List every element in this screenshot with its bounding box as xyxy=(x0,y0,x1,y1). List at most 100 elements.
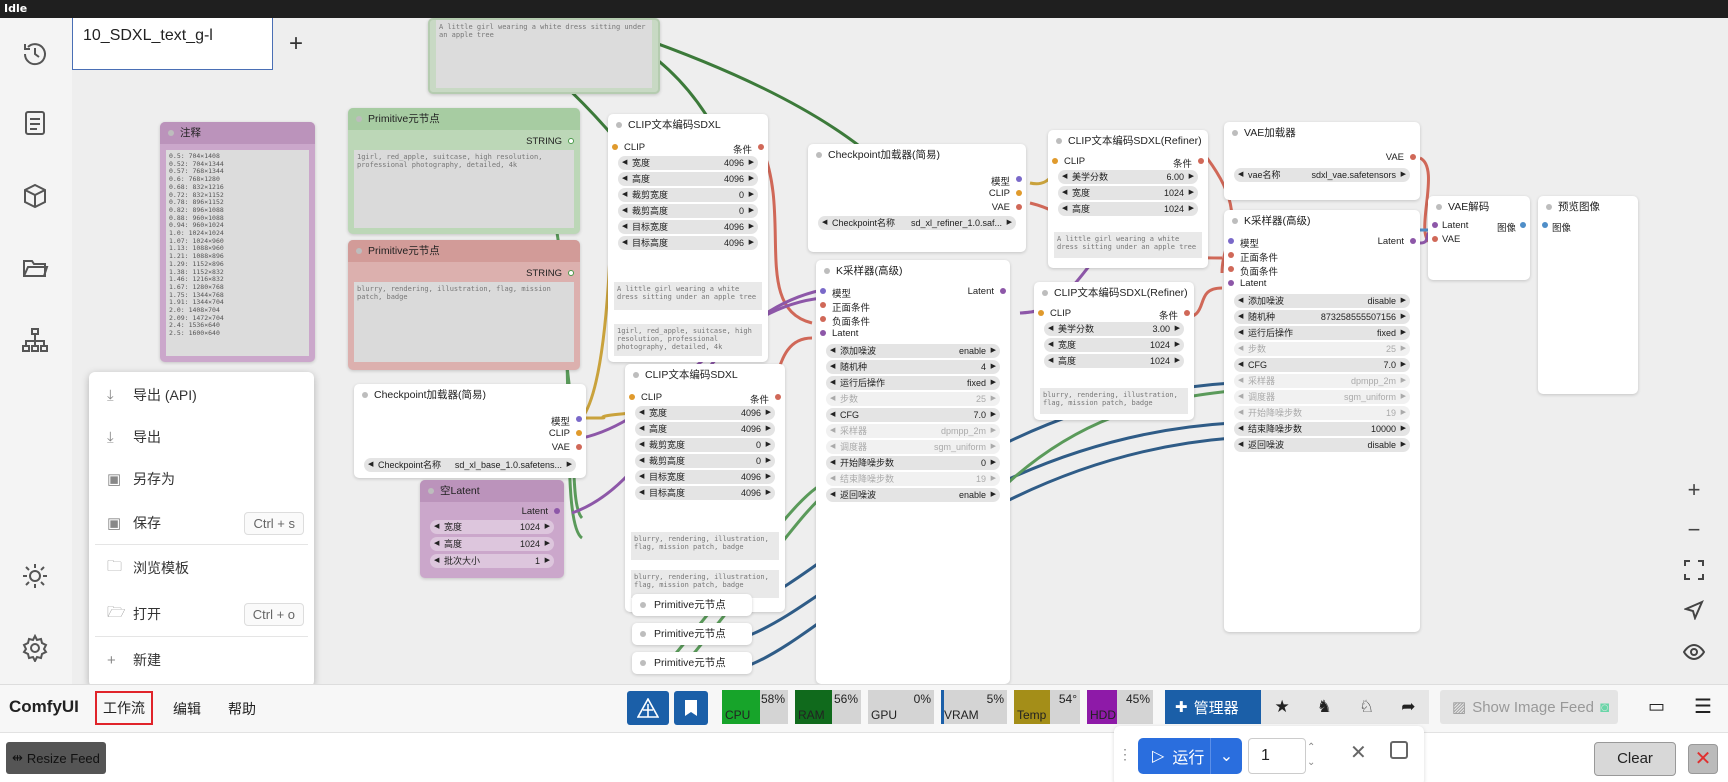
cancel-x-icon[interactable]: ✕ xyxy=(1350,740,1367,765)
primitive-node-small[interactable]: Primitive元节点 xyxy=(632,594,752,616)
menu-workflow[interactable]: 工作流 xyxy=(95,691,153,725)
workflow-tab[interactable]: 10_SDXL_text_g-l xyxy=(72,18,273,70)
node-widget[interactable]: 目标宽度 4096 xyxy=(635,470,775,484)
node-textarea[interactable]: blurry, rendering, illustration, flag, m… xyxy=(631,532,779,560)
node-widget[interactable]: 高度 1024 xyxy=(1044,354,1184,368)
node-widget[interactable]: 返回噪波 disable xyxy=(1234,438,1410,452)
input-slot[interactable] xyxy=(1038,310,1044,316)
node-widget[interactable]: 宽度 4096 xyxy=(618,156,758,170)
checkpoint-loader-base-node[interactable]: Checkpoint加载器(简易) 模型 CLIP VAE Checkpoint… xyxy=(354,384,586,478)
node-widget[interactable]: 随机种 873258555507156 xyxy=(1234,310,1410,324)
input-slot[interactable] xyxy=(1228,280,1234,286)
ksampler-advanced-refiner-node[interactable]: K采样器(高级) 模型 正面条件 负面条件 Latent Latent 添加噪波… xyxy=(1224,210,1420,632)
menu-item-open[interactable]: 🗁 打开 Ctrl + o xyxy=(107,600,304,628)
horse-icon[interactable]: ♞ xyxy=(1317,697,1332,717)
node-widget[interactable]: 添加噪波 enable xyxy=(826,344,1000,358)
node-widget[interactable]: 返回噪波 enable xyxy=(826,488,1000,502)
input-slot[interactable] xyxy=(820,316,826,322)
node-widget[interactable]: 运行后操作 fixed xyxy=(1234,326,1410,340)
vae-decode-node[interactable]: VAE解码 Latent VAE 图像 xyxy=(1428,196,1530,280)
menu-item-export[interactable]: ⤓ 导出 xyxy=(107,423,304,451)
output-slot[interactable] xyxy=(1016,190,1022,196)
primitive-node-small[interactable]: Primitive元节点 xyxy=(632,652,752,674)
output-slot[interactable] xyxy=(576,430,582,436)
menu-help[interactable]: 帮助 xyxy=(228,699,256,719)
input-slot[interactable] xyxy=(820,330,826,336)
ksampler-advanced-node[interactable]: K采样器(高级) 模型 正面条件 负面条件 Latent Latent 添加噪波… xyxy=(816,260,1010,684)
output-slot[interactable] xyxy=(1410,154,1416,160)
node-widget[interactable]: 目标高度 4096 xyxy=(618,236,758,250)
clip-text-encode-refiner-node[interactable]: CLIP文本编码SDXL(Refiner) CLIP 条件 blurry, re… xyxy=(1034,282,1194,420)
node-textarea[interactable]: blurry, rendering, illustration, flag, m… xyxy=(1040,388,1188,414)
node-widget[interactable]: CFG 7.0 xyxy=(1234,358,1410,372)
node-textarea[interactable]: 1girl, red_apple, suitcase, high resolut… xyxy=(354,150,574,228)
star-icon[interactable]: ★ xyxy=(1275,697,1290,717)
batch-widget[interactable]: 批次大小 1 xyxy=(430,554,554,568)
vae-select[interactable]: vae名称 sdxl_vae.safetensors xyxy=(1234,168,1410,182)
close-x-icon[interactable]: ✕ xyxy=(1688,744,1718,774)
menu-item-browse-templates[interactable]: 🗀 浏览模板 xyxy=(107,554,304,582)
height-widget[interactable]: 高度 1024 xyxy=(430,537,554,551)
input-slot[interactable] xyxy=(1052,158,1058,164)
checkpoint-loader-refiner-node[interactable]: Checkpoint加载器(简易) 模型 CLIP VAE Checkpoint… xyxy=(808,144,1026,252)
bookmark-icon[interactable] xyxy=(674,691,708,725)
primitive-node-negative[interactable]: Primitive元节点 STRING blurry, rendering, i… xyxy=(348,240,580,370)
node-widget[interactable]: 裁剪高度 0 xyxy=(635,454,775,468)
node-widget[interactable]: CFG 7.0 xyxy=(826,408,1000,422)
crystools-logo-icon[interactable] xyxy=(627,691,669,725)
primitive-node-small[interactable]: Primitive元节点 xyxy=(632,623,752,645)
output-slot[interactable] xyxy=(554,508,560,514)
stop-square-icon[interactable] xyxy=(1390,741,1408,759)
node-widget[interactable]: 运行后操作 fixed xyxy=(826,376,1000,390)
node-widget[interactable]: 开始降噪步数 0 xyxy=(826,456,1000,470)
node-widget[interactable]: 宽度 4096 xyxy=(635,406,775,420)
input-slot[interactable] xyxy=(1432,236,1438,242)
clear-button[interactable]: Clear xyxy=(1594,742,1676,776)
folder-open-icon[interactable] xyxy=(17,250,53,286)
node-widget[interactable]: 调度器 sgm_uniform xyxy=(1234,390,1410,404)
node-widget[interactable]: 高度 4096 xyxy=(635,422,775,436)
node-widget[interactable]: 目标高度 4096 xyxy=(635,486,775,500)
history-icon[interactable] xyxy=(17,36,53,72)
menu-item-save[interactable]: ▣ 保存 Ctrl + s xyxy=(107,509,304,537)
output-slot[interactable] xyxy=(568,138,574,144)
node-widget[interactable]: 步数 25 xyxy=(1234,342,1410,356)
input-slot[interactable] xyxy=(820,288,826,294)
show-image-feed-button[interactable]: ▨ Show Image Feed ◙ xyxy=(1440,690,1618,724)
preview-image-node[interactable]: 预览图像 图像 xyxy=(1538,196,1638,394)
horse-alt-icon[interactable]: ♘ xyxy=(1359,697,1374,717)
checkpoint-select[interactable]: Checkpoint名称 sd_xl_refiner_1.0.saf... xyxy=(818,216,1016,230)
empty-latent-node[interactable]: 空Latent Latent 宽度 1024 高度 1024 批次大小 1 xyxy=(420,480,564,578)
node-textarea[interactable]: A little girl wearing a white dress sitt… xyxy=(614,282,762,310)
output-slot[interactable] xyxy=(1410,238,1416,244)
output-slot[interactable] xyxy=(758,144,764,150)
input-slot[interactable] xyxy=(820,302,826,308)
node-textarea[interactable]: blurry, rendering, illustration, flag, m… xyxy=(354,282,574,362)
clip-text-encode-refiner-node[interactable]: CLIP文本编码SDXL(Refiner) CLIP 条件 A little g… xyxy=(1048,130,1208,268)
output-slot[interactable] xyxy=(1016,204,1022,210)
sitemap-icon[interactable] xyxy=(17,322,53,358)
new-tab-plus-icon[interactable]: + xyxy=(284,30,308,58)
output-slot[interactable] xyxy=(576,444,582,450)
settings-gear-icon[interactable] xyxy=(17,630,53,666)
zoom-out-icon[interactable]: − xyxy=(1676,512,1712,548)
node-widget[interactable]: 高度 1024 xyxy=(1058,202,1198,216)
input-slot[interactable] xyxy=(1228,266,1234,272)
node-widget[interactable]: 采样器 dpmpp_2m xyxy=(1234,374,1410,388)
panel-toggle-icon[interactable]: ▭ xyxy=(1648,696,1665,717)
chevron-down-icon[interactable]: ⌄ xyxy=(1210,738,1242,774)
node-widget[interactable]: 开始降噪步数 19 xyxy=(1234,406,1410,420)
node-widget[interactable]: 高度 4096 xyxy=(618,172,758,186)
node-positive-text-top[interactable]: A little girl wearing a white dress sitt… xyxy=(428,18,660,94)
input-slot[interactable] xyxy=(629,394,635,400)
node-widget[interactable]: 目标宽度 4096 xyxy=(618,220,758,234)
node-widget[interactable]: 步数 25 xyxy=(826,392,1000,406)
visibility-eye-icon[interactable] xyxy=(1676,634,1712,670)
node-textarea[interactable]: A little girl wearing a white dress sitt… xyxy=(1054,232,1202,258)
menu-item-new[interactable]: + 新建 xyxy=(107,646,304,674)
output-slot[interactable] xyxy=(576,416,582,422)
node-widget[interactable]: 宽度 1024 xyxy=(1044,338,1184,352)
select-pointer-icon[interactable] xyxy=(1676,592,1712,628)
node-widget[interactable]: 添加噪波 disable xyxy=(1234,294,1410,308)
input-slot[interactable] xyxy=(1228,238,1234,244)
